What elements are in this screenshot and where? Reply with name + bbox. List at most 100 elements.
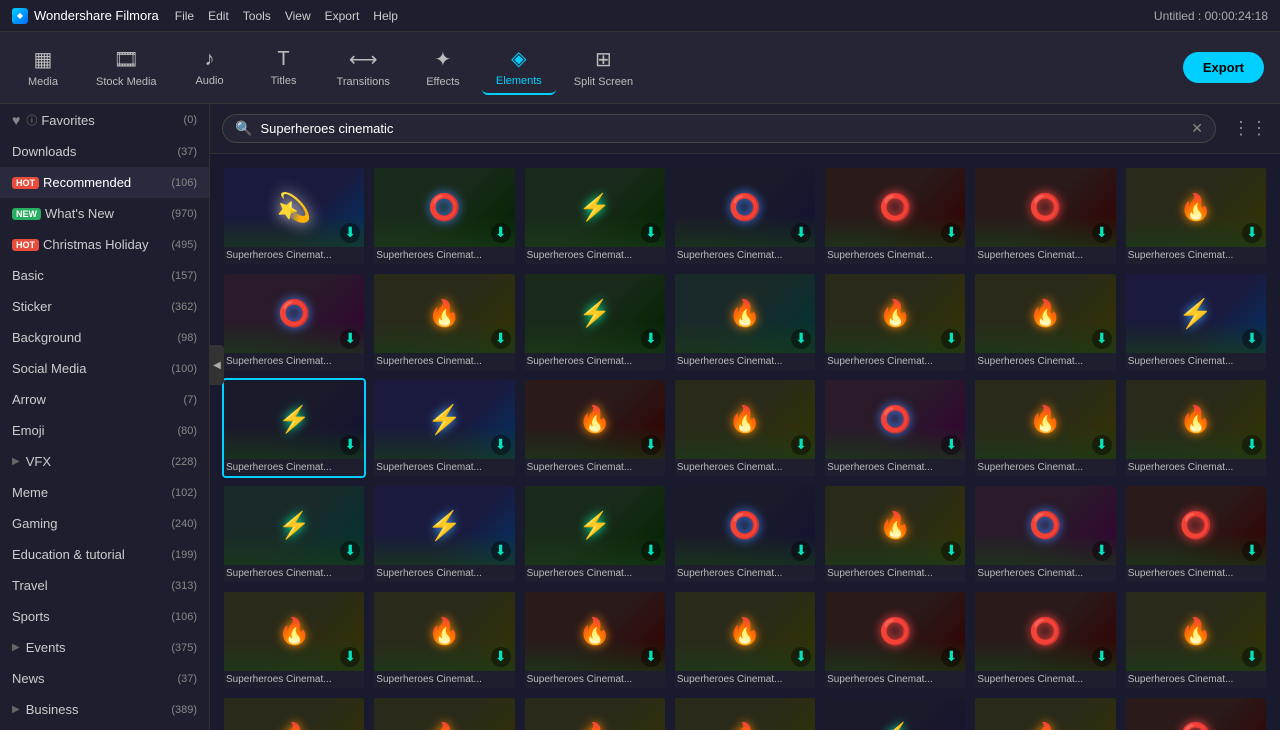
sidebar-item-travel[interactable]: Travel(313) xyxy=(0,570,209,601)
media-item[interactable]: ⭕⬇Superheroes Cinemat... xyxy=(823,166,967,266)
toolbar-item-effects[interactable]: ✦Effects xyxy=(408,40,478,95)
download-icon[interactable]: ⬇ xyxy=(491,541,511,561)
download-icon[interactable]: ⬇ xyxy=(491,329,511,349)
media-item[interactable]: ⭕⬇Superheroes Cinemat... xyxy=(973,590,1117,690)
toolbar-item-elements[interactable]: ◈Elements xyxy=(482,40,556,95)
media-item[interactable]: 🔥⬇Superheroes Cinemat... xyxy=(1124,590,1268,690)
media-item[interactable]: 💫⬇Superheroes Cinemat... xyxy=(222,166,366,266)
sidebar-item-vfx[interactable]: ▶VFX(228) xyxy=(0,446,209,477)
media-item[interactable]: 🔥⬇Superheroes Cinemat... xyxy=(673,696,817,730)
sidebar-item-background[interactable]: Background(98) xyxy=(0,322,209,353)
download-icon[interactable]: ⬇ xyxy=(1242,647,1262,667)
media-item[interactable]: ⚡⬇Superheroes Cinemat... xyxy=(372,378,516,478)
download-icon[interactable]: ⬇ xyxy=(641,435,661,455)
sidebar-item-recommended[interactable]: HOTRecommended(106) xyxy=(0,167,209,198)
sidebar-item-downloads[interactable]: Downloads(37) xyxy=(0,136,209,167)
download-icon[interactable]: ⬇ xyxy=(1242,435,1262,455)
download-icon[interactable]: ⬇ xyxy=(340,435,360,455)
sidebar-item-basic[interactable]: Basic(157) xyxy=(0,260,209,291)
media-item[interactable]: ⚡⬇Superheroes Cinemat... xyxy=(523,272,667,372)
sidebar-item-education[interactable]: Education & tutorial(199) xyxy=(0,539,209,570)
download-icon[interactable]: ⬇ xyxy=(791,541,811,561)
download-icon[interactable]: ⬇ xyxy=(1092,647,1112,667)
media-item[interactable]: 🔥⬇Superheroes Cinemat... xyxy=(222,696,366,730)
media-item[interactable]: ⚡⬇Superheroes Cinemat... xyxy=(523,166,667,266)
toolbar-item-transitions[interactable]: ⟷Transitions xyxy=(323,40,404,95)
media-item[interactable]: ⚡⬇Superheroes Cinemat... xyxy=(222,484,366,584)
sidebar-item-whats-new[interactable]: NEWWhat's New(970) xyxy=(0,198,209,229)
media-item[interactable]: 🔥⬇Superheroes Cinemat... xyxy=(372,590,516,690)
download-icon[interactable]: ⬇ xyxy=(791,435,811,455)
download-icon[interactable]: ⬇ xyxy=(641,647,661,667)
sidebar-item-social-media[interactable]: Social Media(100) xyxy=(0,353,209,384)
media-item[interactable]: 🔥⬇Superheroes Cinemat... xyxy=(823,484,967,584)
download-icon[interactable]: ⬇ xyxy=(791,647,811,667)
media-item[interactable]: ⚡⬇Superheroes Cinemat... xyxy=(1124,272,1268,372)
download-icon[interactable]: ⬇ xyxy=(1092,435,1112,455)
media-item[interactable]: ⭕⬇Superheroes Cinemat... xyxy=(973,166,1117,266)
menu-item-export[interactable]: Export xyxy=(325,9,360,23)
media-item[interactable]: ⭕⬇Superheroes Cinemat... xyxy=(973,484,1117,584)
media-item[interactable]: 🔥⬇Superheroes Cinemat... xyxy=(973,378,1117,478)
sidebar-item-events[interactable]: ▶Events(375) xyxy=(0,632,209,663)
download-icon[interactable]: ⬇ xyxy=(641,541,661,561)
toolbar-item-titles[interactable]: TTitles xyxy=(249,40,319,95)
download-icon[interactable]: ⬇ xyxy=(1092,223,1112,243)
sidebar-item-news[interactable]: News(37) xyxy=(0,663,209,694)
download-icon[interactable]: ⬇ xyxy=(1092,541,1112,561)
download-icon[interactable]: ⬇ xyxy=(340,647,360,667)
media-item[interactable]: 🔥⬇Superheroes Cinemat... xyxy=(372,272,516,372)
download-icon[interactable]: ⬇ xyxy=(641,223,661,243)
sidebar-item-gaming[interactable]: Gaming(240) xyxy=(0,508,209,539)
menu-item-file[interactable]: File xyxy=(175,9,194,23)
menu-item-edit[interactable]: Edit xyxy=(208,9,229,23)
media-item[interactable]: ⭕⬇Superheroes Cinemat... xyxy=(673,484,817,584)
media-item[interactable]: 🔥⬇Superheroes Cinemat... xyxy=(823,272,967,372)
media-item[interactable]: ⚡⬇Superheroes Cinemat... xyxy=(523,484,667,584)
sidebar-item-sports[interactable]: Sports(106) xyxy=(0,601,209,632)
media-item[interactable]: ⭕⬇Superheroes Cinemat... xyxy=(673,166,817,266)
toolbar-item-media[interactable]: ▦Media xyxy=(8,40,78,95)
media-item[interactable]: ⭕⬇Superheroes Cinemat... xyxy=(222,272,366,372)
download-icon[interactable]: ⬇ xyxy=(641,329,661,349)
sidebar-collapse-toggle[interactable]: ◀ xyxy=(210,345,224,385)
media-item[interactable]: ⭕⬇Superheroes Cinemat... xyxy=(823,590,967,690)
media-item[interactable]: ⭕⬇Superheroes Cinemat... xyxy=(372,166,516,266)
sidebar-item-sticker[interactable]: Sticker(362) xyxy=(0,291,209,322)
media-item[interactable]: 🔥⬇Superheroes Cinemat... xyxy=(523,378,667,478)
download-icon[interactable]: ⬇ xyxy=(941,647,961,667)
media-item[interactable]: ⭕⬇Superheroes Cinemat... xyxy=(1124,484,1268,584)
download-icon[interactable]: ⬇ xyxy=(491,647,511,667)
toolbar-item-audio[interactable]: ♪Audio xyxy=(175,40,245,95)
search-input-wrap[interactable]: 🔍 ✕ xyxy=(222,114,1216,143)
download-icon[interactable]: ⬇ xyxy=(1242,541,1262,561)
media-item[interactable]: ⚡⬇Superheroes Cinemat... xyxy=(222,378,366,478)
menu-item-view[interactable]: View xyxy=(285,9,311,23)
media-item[interactable]: 🔥⬇Superheroes Cinemat... xyxy=(973,272,1117,372)
download-icon[interactable]: ⬇ xyxy=(1242,223,1262,243)
grid-toggle-icon[interactable]: ⋮⋮ xyxy=(1232,118,1268,139)
download-icon[interactable]: ⬇ xyxy=(941,541,961,561)
media-item[interactable]: 🔥⬇Superheroes Cinemat... xyxy=(673,378,817,478)
sidebar-item-meme[interactable]: Meme(102) xyxy=(0,477,209,508)
download-icon[interactable]: ⬇ xyxy=(340,541,360,561)
download-icon[interactable]: ⬇ xyxy=(491,223,511,243)
media-item[interactable]: 🔥⬇Superheroes Cinemat... xyxy=(973,696,1117,730)
download-icon[interactable]: ⬇ xyxy=(1092,329,1112,349)
download-icon[interactable]: ⬇ xyxy=(340,329,360,349)
media-item[interactable]: 🔥⬇Superheroes Cinemat... xyxy=(673,590,817,690)
export-button[interactable]: Export xyxy=(1183,52,1264,83)
download-icon[interactable]: ⬇ xyxy=(791,329,811,349)
media-item[interactable]: 🔥⬇Superheroes Cinemat... xyxy=(1124,166,1268,266)
media-item[interactable]: 🔥⬇Superheroes Cinemat... xyxy=(222,590,366,690)
search-clear-icon[interactable]: ✕ xyxy=(1191,120,1203,137)
download-icon[interactable]: ⬇ xyxy=(1242,329,1262,349)
sidebar-item-christmas[interactable]: HOTChristmas Holiday(495) xyxy=(0,229,209,260)
media-item[interactable]: 🔥⬇Superheroes Cinemat... xyxy=(673,272,817,372)
media-item[interactable]: 🔥⬇Superheroes Cinemat... xyxy=(372,696,516,730)
sidebar-item-business[interactable]: ▶Business(389) xyxy=(0,694,209,725)
media-item[interactable]: ⭕⬇Superheroes Cinemat... xyxy=(823,378,967,478)
media-item[interactable]: 🔥⬇Superheroes Cinemat... xyxy=(1124,378,1268,478)
media-item[interactable]: ⭕⬇Superheroes Cinemat... xyxy=(1124,696,1268,730)
toolbar-item-splitscreen[interactable]: ⊞Split Screen xyxy=(560,40,647,95)
